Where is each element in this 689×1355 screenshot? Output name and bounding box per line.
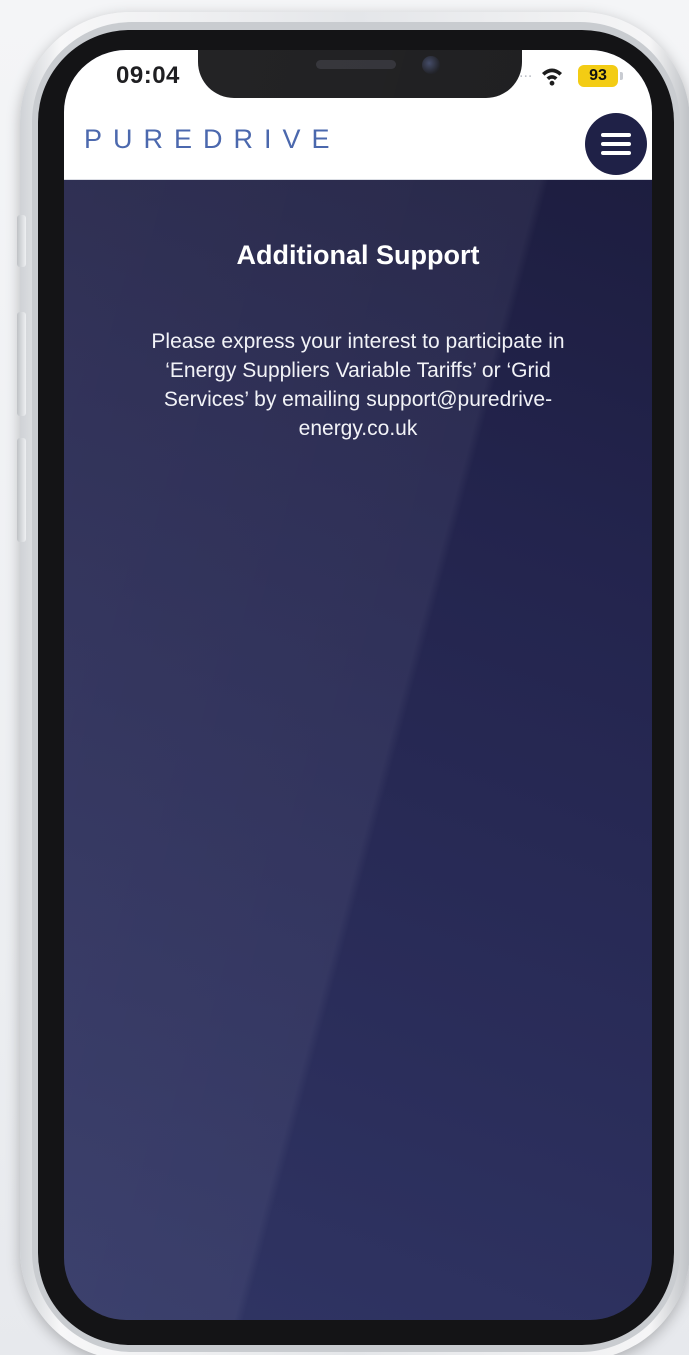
status-bar: 09:04 ... 93 bbox=[64, 50, 652, 108]
volume-down-button bbox=[17, 438, 26, 542]
front-camera bbox=[422, 56, 440, 74]
mute-switch bbox=[17, 215, 26, 267]
menu-button[interactable] bbox=[585, 113, 647, 175]
status-time: 09:04 bbox=[116, 62, 180, 89]
battery-indicator: 93 bbox=[578, 65, 618, 87]
cellular-signal-icon: ... bbox=[519, 64, 533, 81]
page-title: Additional Support bbox=[236, 240, 480, 270]
volume-up-button bbox=[17, 312, 26, 416]
puredrive-logo[interactable]: PUREDRIVE bbox=[84, 124, 341, 155]
wifi-icon bbox=[542, 68, 562, 86]
app-header: PUREDRIVE bbox=[64, 108, 652, 180]
device-mockup: 09:04 ... 93 PUREDRIVE Additional Suppor… bbox=[0, 0, 689, 1355]
notch bbox=[198, 50, 522, 98]
support-content: Additional Support Please express your i… bbox=[64, 240, 652, 443]
speaker-grille bbox=[316, 60, 396, 69]
support-message: Please express your interest to particip… bbox=[151, 330, 565, 440]
app-screen: 09:04 ... 93 PUREDRIVE Additional Suppor… bbox=[64, 50, 652, 1320]
battery-tip bbox=[620, 72, 623, 80]
hamburger-menu-icon bbox=[601, 128, 631, 160]
